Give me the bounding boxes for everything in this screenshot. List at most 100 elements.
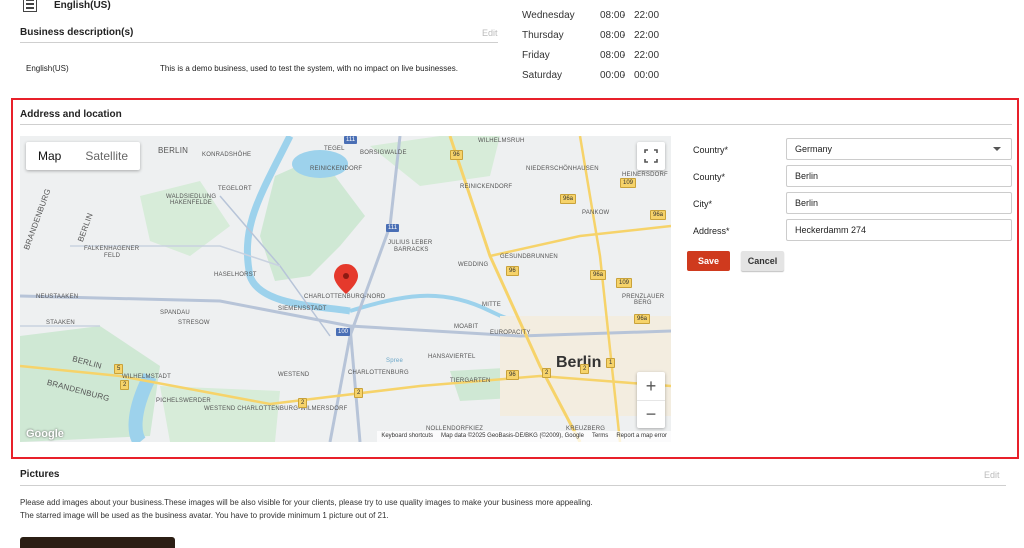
map-label: TIERGARTEN <box>450 378 491 384</box>
pictures-help-line-1: Please add images about your business.Th… <box>20 498 593 507</box>
road-shield: 96 <box>506 370 519 380</box>
report-map-error-link[interactable]: Report a map error <box>616 431 667 442</box>
map[interactable]: BERLIN KONRADSHÖHE TEGEL BORSIGWALDE WIL… <box>20 136 671 442</box>
map-label: BARRACKS <box>394 247 429 253</box>
road-shield: 96a <box>634 314 651 324</box>
map-label: WEDDING <box>458 262 489 268</box>
road-shield: 96 <box>450 150 463 160</box>
hours-row: Thursday 08:00-22:00 <box>522 30 660 41</box>
address-label: Address* <box>693 226 730 236</box>
road-shield: 2 <box>298 398 308 408</box>
map-label: TEGEL <box>324 146 345 152</box>
keyboard-shortcuts-link[interactable]: Keyboard shortcuts <box>381 431 433 442</box>
map-label: BORSIGWALDE <box>360 150 407 156</box>
marker-dot <box>343 273 349 279</box>
map-label: PANKOW <box>582 210 610 216</box>
map-label: HASELHORST <box>214 272 257 278</box>
hours-row: Friday 08:00-22:00 <box>522 50 660 61</box>
map-label: CHARLOTTENBURG <box>348 370 409 376</box>
city-input[interactable]: Berlin <box>786 192 1012 214</box>
lake-tegel <box>292 150 348 178</box>
county-label: County* <box>693 172 726 182</box>
map-data-credit: Map data ©2025 GeoBasis-DE/BKG (©2009), … <box>441 433 584 439</box>
map-type-switch: Map Satellite <box>26 142 141 170</box>
county-input[interactable]: Berlin <box>786 165 1012 187</box>
map-label: SPANDAU <box>160 310 190 316</box>
map-tab-map[interactable]: Map <box>26 142 73 170</box>
map-label: FELD <box>104 253 121 259</box>
cancel-button[interactable]: Cancel <box>741 251 784 271</box>
description-language: English(US) <box>26 64 69 73</box>
address-section-title: Address and location <box>20 109 122 120</box>
map-label: CHARLOTTENBURG-NORD <box>304 294 386 300</box>
map-tab-satellite[interactable]: Satellite <box>73 142 140 170</box>
country-label: Country* <box>693 145 729 155</box>
map-label: MOABIT <box>454 324 479 330</box>
description-text: This is a demo business, used to test th… <box>160 64 458 73</box>
pictures-help-line-2: The starred image will be used as the bu… <box>20 511 389 520</box>
business-description-title: Business description(s) <box>20 27 134 38</box>
divider <box>20 124 1012 125</box>
document-icon <box>23 0 37 12</box>
language-label: English(US) <box>54 0 111 11</box>
terms-link[interactable]: Terms <box>592 431 608 442</box>
map-label: STRESOW <box>178 320 210 326</box>
road-shield: 100 <box>336 328 351 336</box>
google-logo: Google <box>26 428 64 440</box>
hours-row: Wednesday 08:00-22:00 <box>522 10 660 21</box>
road-shield: 109 <box>620 178 637 188</box>
country-value: Germany <box>795 144 833 154</box>
city-label: City* <box>693 199 713 209</box>
zoom-out-button[interactable]: − <box>637 401 665 428</box>
chevron-down-icon <box>993 147 1001 151</box>
map-label: HANSAVIERTEL <box>428 354 476 360</box>
map-label: WILHELMSTADT <box>122 374 171 380</box>
zoom-in-button[interactable]: + <box>637 372 665 401</box>
map-canvas[interactable] <box>20 136 671 442</box>
road-shield: 96a <box>560 194 577 204</box>
map-label: REINICKENDORF <box>460 184 513 190</box>
road-shield: 5 <box>114 364 124 374</box>
divider <box>20 485 1006 486</box>
road-shield: 111 <box>344 136 358 144</box>
pictures-title: Pictures <box>20 469 60 480</box>
zoom-controls: + − <box>637 372 665 428</box>
map-label: FALKENHAGENER <box>84 246 140 252</box>
road-shield: 111 <box>386 224 400 232</box>
pictures-edit-link[interactable]: Edit <box>984 470 1000 480</box>
map-label: JULIUS LEBER <box>388 240 433 246</box>
address-input[interactable]: Heckerdamm 274 <box>786 219 1012 241</box>
hours-row: Saturday 00:00-00:00 <box>522 70 660 81</box>
picture-thumbnail[interactable] <box>20 537 175 548</box>
road-shield: 109 <box>616 278 633 288</box>
map-label: KONRADSHÖHE <box>202 152 252 158</box>
map-label: STAAKEN <box>46 320 75 326</box>
map-label: HAKENFELDE <box>170 200 213 206</box>
fullscreen-button[interactable] <box>637 142 665 170</box>
road-shield: 2 <box>354 388 364 398</box>
map-label: MITTE <box>482 302 501 308</box>
map-label: SIEMENSSTADT <box>278 306 327 312</box>
fullscreen-icon <box>644 149 658 163</box>
road-shield: 96 <box>506 266 519 276</box>
road-shield: 2 <box>542 368 552 378</box>
country-select[interactable]: Germany <box>786 138 1012 160</box>
divider <box>20 42 498 43</box>
map-label: REINICKENDORF <box>310 166 363 172</box>
map-label: WESTEND CHARLOTTENBURG-WILMERSDORF <box>204 406 348 412</box>
map-label: EUROPACITY <box>490 330 531 336</box>
road-shield: 96a <box>650 210 667 220</box>
road-shield: 1 <box>606 358 616 368</box>
map-city-label: Berlin <box>556 354 602 371</box>
map-label: BERG <box>634 300 652 306</box>
description-edit-link[interactable]: Edit <box>482 28 498 38</box>
map-label: WESTEND <box>278 372 310 378</box>
road-shield: 2 <box>120 380 130 390</box>
map-label: NEUSTAAKEN <box>36 294 79 300</box>
opening-hours: Wednesday 08:00-22:00 Thursday 08:00-22:00… <box>522 6 682 86</box>
save-button[interactable]: Save <box>687 251 730 271</box>
road-shield: 96a <box>590 270 607 280</box>
map-label: PICHELSWERDER <box>156 398 211 404</box>
map-label: BERLIN <box>158 146 189 155</box>
map-label: Spree <box>386 358 404 364</box>
